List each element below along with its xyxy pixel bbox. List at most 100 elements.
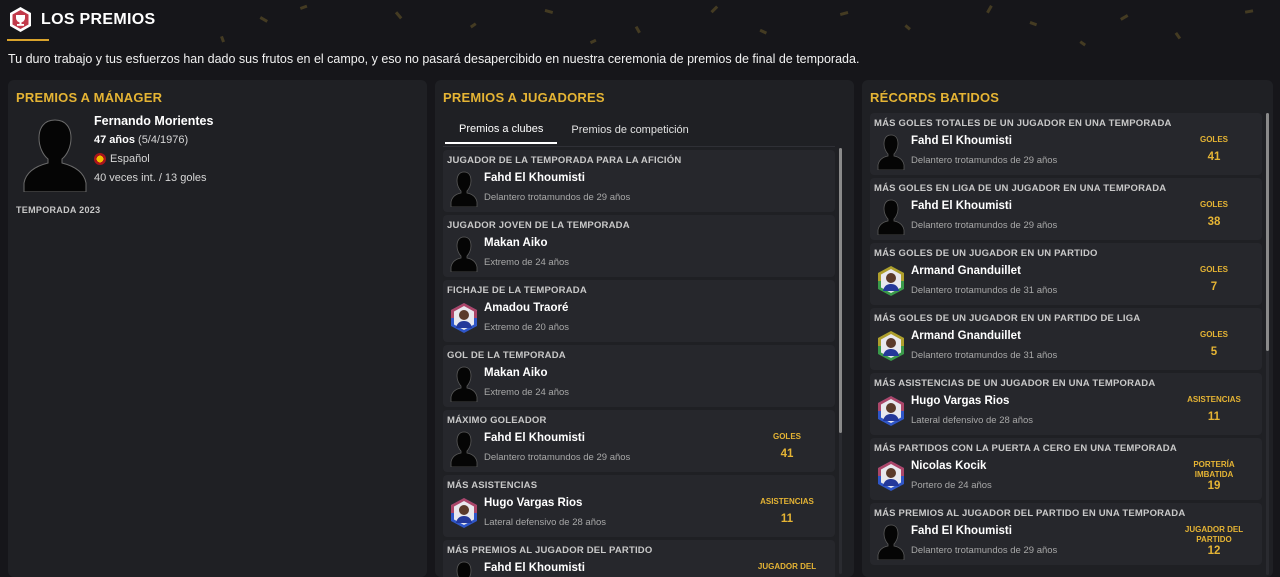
player-description: Delantero trotamundos de 31 años [911, 350, 1058, 361]
stat-label: GOLES [1199, 135, 1228, 144]
player-description: Portero de 24 años [911, 480, 992, 491]
stat-value: 11 [1207, 411, 1221, 423]
manager-season: TEMPORADA 2023 [16, 205, 101, 215]
page-header: LOS PREMIOS [0, 0, 1280, 42]
player-award-card[interactable]: MÁS ASISTENCIAS Hugo Vargas Rios Lateral d… [443, 475, 835, 537]
record-card[interactable]: MÁS PREMIOS AL JUGADOR DEL PARTIDO EN UN… [870, 503, 1262, 565]
player-silhouette-avatar [449, 429, 479, 467]
player-name[interactable]: Armand Gnanduillet [911, 330, 1021, 342]
stat-value: 19 [1207, 480, 1221, 492]
player-description: Delantero trotamundos de 31 años [911, 285, 1058, 296]
stat-value: 5 [1210, 346, 1218, 358]
record-title: MÁS GOLES TOTALES DE UN JUGADOR EN UNA T… [874, 118, 1172, 129]
spain-flag-icon [94, 153, 106, 165]
player-name[interactable]: Hugo Vargas Rios [484, 497, 582, 509]
manager-caps: 40 veces int. / 13 goles [94, 172, 207, 184]
player-name[interactable]: Makan Aiko [484, 237, 547, 249]
stat-label: GOLES [1199, 200, 1228, 209]
player-awards-panel: PREMIOS A JUGADORES Premios a clubes Pre… [435, 80, 854, 577]
player-silhouette-avatar [449, 169, 479, 207]
player-photo-avatar [876, 262, 906, 300]
player-name[interactable]: Fahd El Khoumisti [911, 200, 1012, 212]
records-scroll-thumb[interactable] [1266, 113, 1269, 351]
player-name[interactable]: Fahd El Khoumisti [484, 432, 585, 444]
stat-value: 38 [1207, 216, 1221, 228]
stat-label: JUGADOR DEL PARTIDO [1184, 525, 1244, 544]
player-award-card[interactable]: MÁS PREMIOS AL JUGADOR DEL PARTIDO Fahd E… [443, 540, 835, 577]
player-name[interactable]: Fahd El Khoumisti [484, 172, 585, 184]
player-name[interactable]: Hugo Vargas Rios [911, 395, 1009, 407]
record-card[interactable]: MÁS PARTIDOS CON LA PUERTA A CERO EN UNA… [870, 438, 1262, 500]
stat-value: 7 [1210, 281, 1218, 293]
player-award-card[interactable]: JUGADOR JOVEN DE LA TEMPORADA Makan Aiko E… [443, 215, 835, 277]
record-card[interactable]: MÁS ASISTENCIAS DE UN JUGADOR EN UNA TEM… [870, 373, 1262, 435]
player-name[interactable]: Amadou Traoré [484, 302, 568, 314]
stat-label: PORTERÍA IMBATIDA [1193, 460, 1235, 479]
title-underline [7, 39, 49, 41]
player-description: Delantero trotamundos de 29 años [484, 452, 631, 463]
record-title: MÁS PARTIDOS CON LA PUERTA A CERO EN UNA… [874, 443, 1177, 454]
player-description: Extremo de 24 años [484, 387, 570, 398]
record-card[interactable]: MÁS GOLES EN LIGA DE UN JUGADOR EN UNA T… [870, 178, 1262, 240]
player-name[interactable]: Armand Gnanduillet [911, 265, 1021, 277]
player-description: Lateral defensivo de 28 años [911, 415, 1034, 426]
player-name[interactable]: Fahd El Khoumisti [484, 562, 585, 574]
records-panel: RÉCORDS BATIDOS MÁS GOLES TOTALES DE UN … [862, 80, 1273, 577]
player-award-title: JUGADOR DE LA TEMPORADA PARA LA AFICIÓN [447, 155, 682, 166]
player-award-card[interactable]: GOL DE LA TEMPORADA Makan Aiko Extremo de … [443, 345, 835, 407]
player-awards-tabs: Premios a clubes Premios de competición [445, 116, 703, 144]
player-award-card[interactable]: FICHAJE DE LA TEMPORADA Amadou Traoré Extr… [443, 280, 835, 342]
stat-label: ASISTENCIAS [760, 497, 814, 506]
player-name[interactable]: Nicolas Kocik [911, 460, 986, 472]
player-silhouette-avatar [449, 234, 479, 272]
manager-age: 47 años [94, 134, 135, 146]
record-title: MÁS GOLES EN LIGA DE UN JUGADOR EN UNA T… [874, 183, 1167, 194]
player-award-title: FICHAJE DE LA TEMPORADA [447, 285, 587, 296]
page-subtitle: Tu duro trabajo y tus esfuerzos han dado… [8, 52, 860, 66]
player-photo-avatar [449, 494, 479, 532]
record-card[interactable]: MÁS GOLES DE UN JUGADOR EN UN PARTIDO Arm… [870, 243, 1262, 305]
player-silhouette-avatar [876, 197, 906, 235]
player-description: Delantero trotamundos de 29 años [484, 192, 631, 203]
records-scrollbar[interactable] [1266, 113, 1269, 575]
player-award-title: MÁS PREMIOS AL JUGADOR DEL PARTIDO [447, 545, 653, 556]
record-title: MÁS GOLES DE UN JUGADOR EN UN PARTIDO DE… [874, 313, 1141, 324]
player-silhouette-avatar [876, 132, 906, 170]
player-description: Delantero trotamundos de 29 años [911, 545, 1058, 556]
manager-name[interactable]: Fernando Morientes [94, 114, 213, 128]
record-card[interactable]: MÁS GOLES DE UN JUGADOR EN UN PARTIDO DE… [870, 308, 1262, 370]
player-photo-avatar [876, 392, 906, 430]
stat-value: 12 [1207, 545, 1221, 557]
player-description: Lateral defensivo de 28 años [484, 517, 607, 528]
player-name[interactable]: Fahd El Khoumisti [911, 135, 1012, 147]
awards-trophy-icon [10, 7, 31, 32]
manager-nationality-row: Español [94, 153, 150, 165]
stat-label: JUGADOR DEL [757, 562, 817, 571]
record-title: MÁS GOLES DE UN JUGADOR EN UN PARTIDO [874, 248, 1098, 259]
tab-club-awards[interactable]: Premios a clubes [445, 116, 558, 144]
player-description: Extremo de 20 años [484, 322, 570, 333]
stat-label: ASISTENCIAS [1187, 395, 1241, 404]
player-photo-avatar [876, 457, 906, 495]
player-description: Delantero trotamundos de 29 años [911, 220, 1058, 231]
stat-value: 11 [780, 513, 794, 525]
player-award-card[interactable]: JUGADOR DE LA TEMPORADA PARA LA AFICIÓN F… [443, 150, 835, 212]
player-name[interactable]: Fahd El Khoumisti [911, 525, 1012, 537]
player-name[interactable]: Makan Aiko [484, 367, 547, 379]
record-title: MÁS PREMIOS AL JUGADOR DEL PARTIDO EN UN… [874, 508, 1186, 519]
record-title: MÁS ASISTENCIAS DE UN JUGADOR EN UNA TEM… [874, 378, 1156, 389]
record-card[interactable]: MÁS GOLES TOTALES DE UN JUGADOR EN UNA T… [870, 113, 1262, 175]
tab-competition-awards[interactable]: Premios de competición [557, 116, 702, 144]
player-silhouette-avatar [876, 522, 906, 560]
stat-label: GOLES [1199, 265, 1228, 274]
player-silhouette-avatar [449, 559, 479, 577]
player-awards-scroll-thumb[interactable] [839, 148, 842, 433]
player-awards-scrollbar[interactable] [839, 148, 842, 574]
manager-nationality: Español [110, 153, 150, 165]
player-awards-title: PREMIOS A JUGADORES [443, 90, 605, 105]
manager-dob: (5/4/1976) [138, 134, 189, 146]
player-award-title: MÁXIMO GOLEADOR [447, 415, 547, 426]
manager-awards-title: PREMIOS A MÁNAGER [16, 90, 163, 105]
player-award-card[interactable]: MÁXIMO GOLEADOR Fahd El Khoumisti Delanter… [443, 410, 835, 472]
player-silhouette-avatar [449, 364, 479, 402]
